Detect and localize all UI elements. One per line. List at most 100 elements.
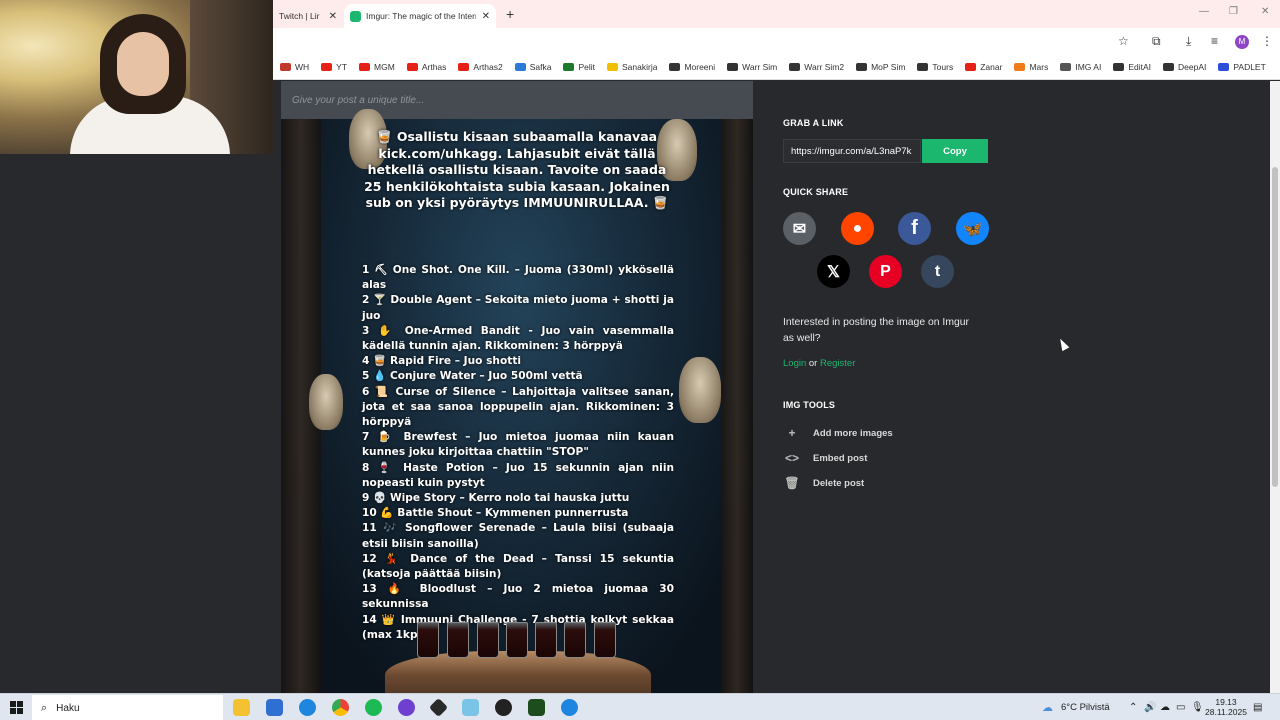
bookmark-item[interactable]: Warr Sim: [727, 62, 777, 72]
download-icon[interactable]: ⤓: [1186, 34, 1191, 49]
close-tab-icon[interactable]: ✕: [329, 11, 337, 22]
address-bar[interactable]: ☆ ⧉ ⤓ ≡ M ⋮: [273, 28, 1280, 55]
chrome-icon[interactable]: [332, 699, 349, 716]
bookmark-favicon-icon: [669, 63, 681, 71]
bookmark-favicon-icon: [280, 63, 291, 71]
copy-link-button[interactable]: Copy: [922, 139, 988, 163]
app-icon[interactable]: [299, 699, 316, 716]
volume-icon[interactable]: 🔊: [1144, 702, 1156, 713]
bookmark-item[interactable]: Arthas: [406, 62, 447, 72]
bookmark-favicon-icon: [1014, 63, 1026, 71]
bookmark-item[interactable]: Mars: [1014, 62, 1048, 72]
app-icon[interactable]: [528, 699, 545, 716]
share-link-input[interactable]: [783, 139, 921, 163]
clock-time: 19.13: [1215, 697, 1237, 707]
bookmark-item[interactable]: Arthas2: [458, 62, 503, 72]
close-window-icon[interactable]: ✕: [1261, 6, 1269, 17]
taskbar-search[interactable]: ⌕ Haku: [32, 695, 223, 720]
post-image[interactable]: 🥃 Osallistu kisaan subaamalla kanavaa ki…: [281, 109, 753, 693]
file-explorer-icon[interactable]: [233, 699, 250, 716]
app-icon[interactable]: [428, 697, 449, 718]
bookmark-label: Warr Sim2: [804, 62, 845, 72]
bookmark-item[interactable]: MoP Sim: [856, 62, 905, 72]
register-link[interactable]: Register: [820, 358, 855, 369]
login-link[interactable]: Login: [783, 358, 806, 369]
bookmark-item[interactable]: EditAI: [1113, 62, 1151, 72]
onedrive-icon[interactable]: ☁: [1160, 702, 1170, 713]
bookmark-label: Arthas: [421, 62, 447, 72]
tool-label: Add more images: [813, 427, 893, 439]
taskbar-clock[interactable]: 19.13 28.11.2025: [1201, 697, 1251, 717]
bookmark-item[interactable]: Moreeni: [669, 62, 715, 72]
weather-text[interactable]: 6°C Pilvistä: [1061, 702, 1110, 713]
x-share-icon[interactable]: 𝕏: [817, 255, 850, 288]
bookmark-item[interactable]: PADLET: [1218, 62, 1266, 72]
bookmarks-bar: WH YT MGM Arthas Arthas2 Safka Pelit Sanakirja M…: [273, 55, 1280, 80]
chevron-up-icon[interactable]: ⌃: [1129, 702, 1137, 713]
bookmark-favicon-icon: [1060, 63, 1072, 71]
bookmark-star-icon[interactable]: ☆: [1118, 34, 1129, 48]
minimize-icon[interactable]: —: [1199, 6, 1209, 17]
tab-imgur-label: Imgur: The magic of the Interne: [366, 11, 476, 21]
page-scrollbar[interactable]: [1270, 81, 1280, 693]
bookmark-favicon-icon: [458, 63, 470, 71]
scrollbar-thumb[interactable]: [1272, 167, 1278, 487]
notification-icon[interactable]: ▤: [1253, 702, 1262, 713]
trash-icon: 🗑: [784, 476, 800, 490]
bookmark-item[interactable]: MGM: [359, 62, 395, 72]
bookmark-label: MoP Sim: [871, 62, 906, 72]
bookmark-item[interactable]: WH: [280, 62, 309, 72]
app-icon[interactable]: [266, 699, 283, 716]
close-tab-icon[interactable]: ✕: [482, 11, 490, 22]
reddit-share-icon[interactable]: ●: [841, 212, 874, 245]
bookmark-item[interactable]: Pelit: [563, 62, 595, 72]
app-icon[interactable]: [561, 699, 578, 716]
rule-item: 6 📜 Curse of Silence – Lahjoittaja valit…: [362, 385, 674, 429]
bookmark-item[interactable]: DeepAI: [1163, 62, 1206, 72]
email-share-icon[interactable]: ✉: [783, 212, 816, 245]
tab-imgur[interactable]: Imgur: The magic of the Interne ✕: [344, 4, 496, 28]
bookmark-item[interactable]: YT: [321, 62, 347, 72]
owl-figure: [309, 374, 343, 430]
bookmark-label: DeepAI: [1178, 62, 1207, 72]
rule-item: 10 💪 Battle Shout – Kymmenen punnerrusta: [362, 507, 629, 520]
post-title-input[interactable]: [281, 81, 753, 119]
imgur-favicon-icon: [350, 10, 361, 22]
profile-avatar[interactable]: M: [1235, 35, 1249, 49]
add-more-images-button[interactable]: + Add more images: [783, 426, 893, 440]
bookmark-item[interactable]: IMG AI: [1060, 62, 1101, 72]
menu-icon[interactable]: ⋮: [1261, 34, 1273, 48]
app-icon[interactable]: [398, 699, 415, 716]
shot-glass: [506, 622, 528, 658]
bluesky-share-icon[interactable]: 🦋: [956, 212, 989, 245]
auth-links: Login or Register: [783, 358, 855, 369]
bookmark-favicon-icon: [321, 63, 333, 71]
network-icon[interactable]: ▭: [1176, 702, 1185, 713]
windows-start-icon[interactable]: [10, 701, 23, 714]
media-icon[interactable]: ≡: [1211, 34, 1218, 48]
tumblr-share-icon[interactable]: t: [921, 255, 954, 288]
tab-twitch[interactable]: Twitch | Lir ✕: [273, 4, 343, 28]
shot-glass: [447, 622, 469, 658]
extensions-icon[interactable]: ⧉: [1152, 34, 1161, 49]
img-tools-title: IMG TOOLS: [783, 400, 836, 410]
restore-icon[interactable]: ❐: [1229, 6, 1238, 17]
rule-item: 7 🍺 Brewfest – Juo mietoa juomaa niin ka…: [362, 431, 674, 459]
bookmark-item[interactable]: Tours: [917, 62, 953, 72]
facebook-share-icon[interactable]: f: [898, 212, 931, 245]
app-icon[interactable]: [462, 699, 479, 716]
new-tab-button[interactable]: +: [506, 6, 514, 22]
bookmark-item[interactable]: Safka: [514, 62, 551, 72]
delete-post-button[interactable]: 🗑 Delete post: [783, 476, 864, 490]
bookmark-item[interactable]: Zanar: [965, 62, 1002, 72]
spotify-icon[interactable]: [365, 699, 382, 716]
bookmark-item[interactable]: Sanakirja: [607, 62, 657, 72]
embed-post-button[interactable]: <> Embed post: [783, 451, 867, 465]
bookmark-item[interactable]: Warr Sim2: [789, 62, 844, 72]
search-icon: ⌕: [41, 701, 48, 714]
pinterest-share-icon[interactable]: P: [869, 255, 902, 288]
bookmark-label: Sanakirja: [622, 62, 658, 72]
post-editor: 🥃 Osallistu kisaan subaamalla kanavaa ki…: [281, 81, 753, 693]
bookmark-favicon-icon: [1113, 63, 1125, 71]
app-icon[interactable]: [495, 699, 512, 716]
